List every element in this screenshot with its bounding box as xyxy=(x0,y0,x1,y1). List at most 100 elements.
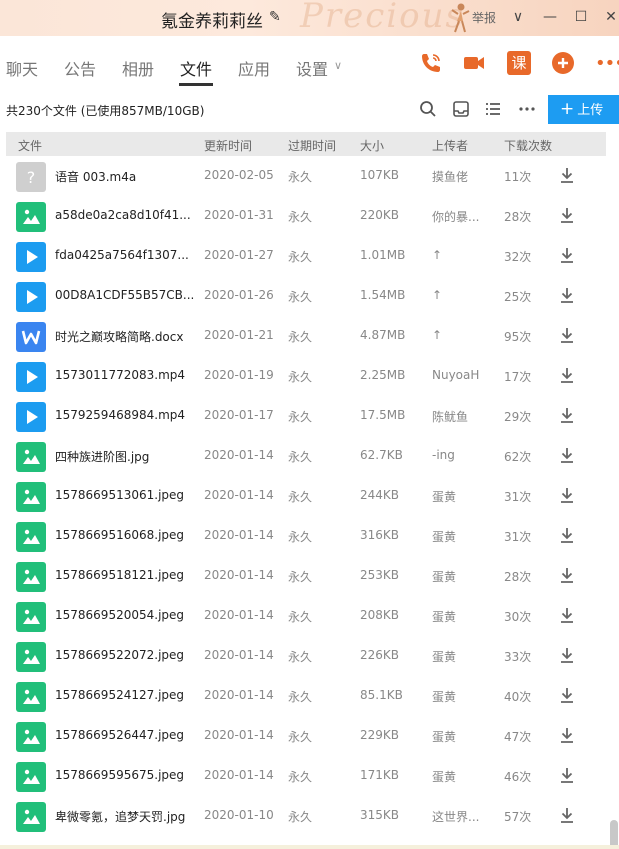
word-doc-icon xyxy=(16,322,46,352)
tab-settings[interactable]: 设置 xyxy=(296,56,328,80)
phone-icon[interactable] xyxy=(419,51,443,75)
download-icon[interactable] xyxy=(557,565,577,585)
video-call-icon[interactable] xyxy=(462,51,486,75)
tab-files[interactable]: 文件 xyxy=(180,56,212,80)
file-row[interactable]: 1578669518121.jpeg 2020-01-14 永久 253KB 蛋黄 28次 xyxy=(6,556,606,596)
file-row[interactable]: 00D8A1CDF55B57CB... 2020-01-26 永久 1.54MB ↑ 25… xyxy=(6,276,606,316)
file-name[interactable]: 1578669516068.jpeg xyxy=(55,528,184,542)
file-name[interactable]: 卑微零氪，追梦天罚.jpg xyxy=(55,808,185,825)
download-icon[interactable] xyxy=(557,405,577,425)
file-name[interactable]: 1579259468984.mp4 xyxy=(55,408,185,422)
file-row[interactable]: 1578669595675.jpeg 2020-01-14 永久 171KB 蛋黄 46次 xyxy=(6,756,606,796)
tab-chat[interactable]: 聊天 xyxy=(6,56,38,80)
file-name[interactable]: 1578669524127.jpeg xyxy=(55,688,184,702)
file-row[interactable]: 1579259468984.mp4 2020-01-17 永久 17.5MB 陈鱿鱼 29… xyxy=(6,396,606,436)
file-uploader: ↑ xyxy=(432,288,443,302)
download-icon[interactable] xyxy=(557,645,577,665)
course-icon[interactable]: 课 xyxy=(507,51,531,75)
download-icon[interactable] xyxy=(557,365,577,385)
image-file-icon xyxy=(16,562,46,592)
header-downloads[interactable]: 下载次数 xyxy=(504,137,552,154)
file-size: 1.01MB xyxy=(360,248,406,262)
download-icon[interactable] xyxy=(557,725,577,745)
file-downloads: 33次 xyxy=(504,650,532,664)
download-icon[interactable] xyxy=(557,285,577,305)
add-chat-icon[interactable] xyxy=(551,51,575,75)
file-row[interactable]: fda0425a7564f1307... 2020-01-27 永久 1.01MB ↑ 3… xyxy=(6,236,606,276)
file-name[interactable]: 1578669522072.jpeg xyxy=(55,648,184,662)
image-file-icon xyxy=(16,802,46,832)
minimize-button[interactable]: — xyxy=(538,5,562,29)
report-button[interactable]: 举报 xyxy=(472,9,496,26)
file-row[interactable]: 时光之巅攻略简略.docx 2020-01-21 永久 4.87MB ↑ 95次 xyxy=(6,316,606,356)
file-row[interactable]: a58de0a2ca8d10f41... 2020-01-31 永久 220KB 你的暴… xyxy=(6,196,606,236)
edit-name-icon[interactable]: ✎ xyxy=(269,9,281,25)
file-row[interactable]: 1578669522072.jpeg 2020-01-14 永久 226KB 蛋黄 33次 xyxy=(6,636,606,676)
dropdown-chevron-icon[interactable]: ∨ xyxy=(506,5,530,29)
header-updated[interactable]: 更新时间 xyxy=(204,137,252,154)
file-name[interactable]: 四种族进阶图.jpg xyxy=(55,448,149,465)
scrollbar-track[interactable] xyxy=(608,132,619,849)
file-name[interactable]: 1573011772083.mp4 xyxy=(55,368,185,382)
file-expiry: 永久 xyxy=(288,650,313,664)
group-nav: 聊天 公告 相册 文件 应用 设置 ∨ 课 ••• xyxy=(0,36,619,88)
download-icon[interactable] xyxy=(557,165,577,185)
header-uploader[interactable]: 上传者 xyxy=(432,137,468,154)
upload-label: 上传 xyxy=(577,103,604,118)
header-expiry[interactable]: 过期时间 xyxy=(288,137,336,154)
more-options-icon[interactable] xyxy=(518,100,536,118)
file-expiry: 永久 xyxy=(288,810,313,824)
upload-button[interactable]: + 上传 xyxy=(548,95,619,124)
file-name[interactable]: fda0425a7564f1307... xyxy=(55,248,189,262)
file-expiry: 永久 xyxy=(288,370,313,384)
plus-icon: + xyxy=(560,99,575,119)
file-row[interactable]: 卑微零氪，追梦天罚.jpg 2020-01-10 永久 315KB 这世界... 57次 xyxy=(6,796,606,836)
search-icon[interactable] xyxy=(419,100,437,118)
file-uploader: NuyoaH xyxy=(432,368,480,382)
list-view-icon[interactable] xyxy=(484,100,502,118)
file-size: 253KB xyxy=(360,568,400,582)
file-row[interactable]: 1573011772083.mp4 2020-01-19 永久 2.25MB Nuyoa… xyxy=(6,356,606,396)
download-icon[interactable] xyxy=(557,685,577,705)
download-icon[interactable] xyxy=(557,485,577,505)
download-icon[interactable] xyxy=(557,445,577,465)
file-row[interactable]: 1578669526447.jpeg 2020-01-14 永久 229KB 蛋黄 47次 xyxy=(6,716,606,756)
file-name[interactable]: 语音 003.m4a xyxy=(55,168,136,185)
file-name[interactable]: 1578669526447.jpeg xyxy=(55,728,184,742)
file-row[interactable]: 1578669520054.jpeg 2020-01-14 永久 208KB 蛋黄 30次 xyxy=(6,596,606,636)
file-row[interactable]: ? 语音 003.m4a 2020-02-05 永久 107KB 摸鱼佬 11次 xyxy=(6,156,606,196)
file-size: 226KB xyxy=(360,648,400,662)
file-row[interactable]: 1578669516068.jpeg 2020-01-14 永久 316KB 蛋黄 31次 xyxy=(6,516,606,556)
download-icon[interactable] xyxy=(557,605,577,625)
tab-announcement[interactable]: 公告 xyxy=(64,56,96,80)
file-name[interactable]: a58de0a2ca8d10f41... xyxy=(55,208,191,222)
file-row[interactable]: 四种族进阶图.jpg 2020-01-14 永久 62.7KB -ing 62次 xyxy=(6,436,606,476)
maximize-button[interactable]: ☐ xyxy=(569,5,593,29)
file-updated: 2020-01-19 xyxy=(204,368,274,382)
file-downloads: 30次 xyxy=(504,610,532,624)
file-row[interactable]: 1578669513061.jpeg 2020-01-14 永久 244KB 蛋黄 31次 xyxy=(6,476,606,516)
file-name[interactable]: 1578669513061.jpeg xyxy=(55,488,184,502)
download-icon[interactable] xyxy=(557,245,577,265)
file-name[interactable]: 1578669520054.jpeg xyxy=(55,608,184,622)
download-icon[interactable] xyxy=(557,765,577,785)
file-row[interactable]: 1578669524127.jpeg 2020-01-14 永久 85.1KB 蛋黄 40… xyxy=(6,676,606,716)
unknown-file-icon: ? xyxy=(16,162,46,192)
file-size: 229KB xyxy=(360,728,400,742)
file-name[interactable]: 00D8A1CDF55B57CB... xyxy=(55,288,194,302)
download-icon[interactable] xyxy=(557,205,577,225)
download-icon[interactable] xyxy=(557,525,577,545)
file-name[interactable]: 时光之巅攻略简略.docx xyxy=(55,328,183,345)
file-name[interactable]: 1578669518121.jpeg xyxy=(55,568,184,582)
header-size[interactable]: 大小 xyxy=(360,137,384,154)
close-button[interactable]: ✕ xyxy=(599,5,619,29)
header-file[interactable]: 文件 xyxy=(18,137,42,154)
file-name[interactable]: 1578669595675.jpeg xyxy=(55,768,184,782)
tab-album[interactable]: 相册 xyxy=(122,56,154,80)
download-icon[interactable] xyxy=(557,805,577,825)
inbox-icon[interactable] xyxy=(452,100,470,118)
download-icon[interactable] xyxy=(557,325,577,345)
settings-chevron-icon[interactable]: ∨ xyxy=(334,59,342,72)
more-icon[interactable]: ••• xyxy=(595,53,619,74)
tab-apps[interactable]: 应用 xyxy=(238,56,270,80)
